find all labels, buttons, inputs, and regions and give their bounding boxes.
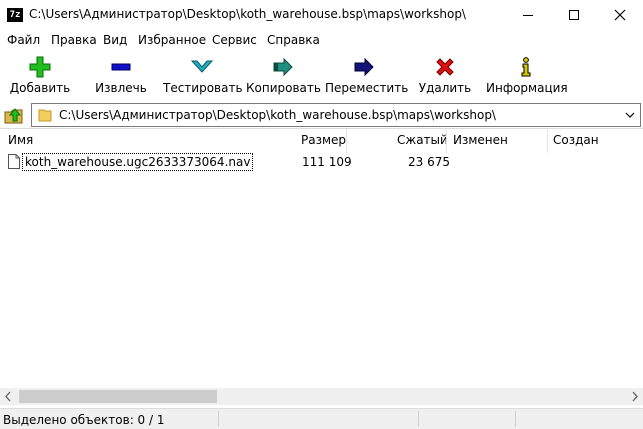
col-created[interactable]: Создан xyxy=(553,133,599,147)
horizontal-scrollbar[interactable] xyxy=(0,388,643,405)
table-row[interactable]: koth_warehouse.ugc2633373064.nav 111 109… xyxy=(0,153,643,171)
file-size: 111 109 xyxy=(302,155,352,169)
column-divider[interactable] xyxy=(346,129,347,153)
path-input[interactable]: C:\Users\Администратор\Desktop\koth_ware… xyxy=(31,103,641,127)
window-title: C:\Users\Администратор\Desktop\koth_ware… xyxy=(29,7,466,21)
menu-file[interactable]: Файл xyxy=(7,33,40,47)
col-name[interactable]: Имя xyxy=(8,133,33,147)
menu-help[interactable]: Справка xyxy=(267,33,320,47)
maximize-button[interactable] xyxy=(551,0,597,30)
close-icon xyxy=(614,9,626,21)
maximize-icon xyxy=(569,10,579,20)
copy-button[interactable]: Копировать xyxy=(246,54,321,98)
app-7zip-icon: 7z xyxy=(7,8,23,22)
chevron-down-test-icon xyxy=(191,60,213,73)
status-bar: Выделено объектов: 0 / 1 xyxy=(0,408,643,429)
address-bar: C:\Users\Администратор\Desktop\koth_ware… xyxy=(0,101,643,127)
delete-x-icon xyxy=(436,58,454,76)
copy-label: Копировать xyxy=(246,81,321,95)
title-bar: 7z C:\Users\Администратор\Desktop\koth_w… xyxy=(0,0,643,30)
path-text: C:\Users\Администратор\Desktop\koth_ware… xyxy=(59,108,496,122)
column-divider[interactable] xyxy=(446,129,447,153)
extract-label: Извлечь xyxy=(95,81,147,95)
menu-view[interactable]: Вид xyxy=(103,33,127,47)
test-label: Тестировать xyxy=(163,81,243,95)
selection-status: Выделено объектов: 0 / 1 xyxy=(3,413,165,427)
move-label: Переместить xyxy=(325,81,409,95)
status-divider xyxy=(515,411,516,427)
menu-edit[interactable]: Правка xyxy=(51,33,97,47)
add-button[interactable]: Добавить xyxy=(4,54,76,98)
copy-arrow-icon xyxy=(273,57,293,77)
move-arrow-icon xyxy=(354,57,374,77)
chevron-down-icon[interactable] xyxy=(624,109,636,121)
menu-favorites[interactable]: Избранное xyxy=(138,33,206,47)
test-button[interactable]: Тестировать xyxy=(163,54,243,98)
add-label: Добавить xyxy=(9,81,71,95)
col-packed[interactable]: Сжатый xyxy=(397,133,448,147)
status-divider xyxy=(218,411,219,427)
extract-button[interactable]: Извлечь xyxy=(86,54,156,98)
file-packed: 23 675 xyxy=(408,155,450,169)
status-divider xyxy=(418,411,419,427)
menu-tools[interactable]: Сервис xyxy=(212,33,257,47)
scrollbar-thumb[interactable] xyxy=(19,390,217,403)
scroll-right-icon[interactable] xyxy=(626,388,643,405)
minimize-icon xyxy=(523,14,533,16)
toolbar: Добавить Извлечь Тестировать Копировать … xyxy=(0,50,643,100)
delete-button[interactable]: Удалить xyxy=(413,54,477,98)
col-size[interactable]: Размер xyxy=(301,133,346,147)
info-label: Информация xyxy=(486,81,568,95)
file-name: koth_warehouse.ugc2633373064.nav xyxy=(22,153,254,171)
file-list[interactable]: Имя Размер Сжатый Изменен Создан koth_wa… xyxy=(0,128,643,407)
minimize-button[interactable] xyxy=(505,0,551,30)
folder-icon xyxy=(38,109,52,122)
column-header: Имя Размер Сжатый Изменен Создан xyxy=(0,129,643,153)
close-button[interactable] xyxy=(597,0,643,30)
folder-up-icon[interactable] xyxy=(3,104,25,126)
col-modified[interactable]: Изменен xyxy=(453,133,508,147)
delete-label: Удалить xyxy=(418,81,472,95)
column-divider[interactable] xyxy=(547,129,548,153)
move-button[interactable]: Переместить xyxy=(325,54,409,98)
menu-bar: Файл Правка Вид Избранное Сервис Справка xyxy=(0,30,643,50)
minus-icon xyxy=(111,63,131,71)
info-button[interactable]: Информация xyxy=(486,54,568,98)
scroll-left-icon[interactable] xyxy=(0,388,17,405)
plus-icon xyxy=(29,56,51,78)
info-icon xyxy=(521,57,531,77)
file-icon xyxy=(8,154,20,169)
